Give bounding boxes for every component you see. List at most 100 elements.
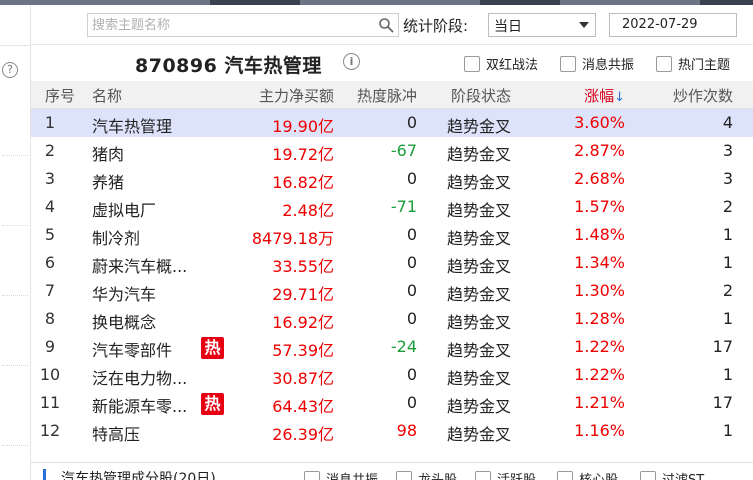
cell-idx: 11: [39, 393, 61, 412]
cell-fund: 26.39亿: [272, 425, 334, 444]
checkbox-box[interactable]: [464, 55, 480, 72]
checkbox-remen[interactable]: 热门主题: [656, 54, 730, 73]
col-header-fund[interactable]: 主力净买额: [259, 85, 334, 106]
search-icon[interactable]: [378, 17, 394, 33]
cell-cnt: 1: [722, 421, 733, 440]
cell-cnt: 4: [722, 113, 733, 132]
cell-pulse: 0: [406, 393, 417, 412]
chevron-down-icon: [579, 22, 589, 28]
cell-pulse: 0: [406, 281, 417, 300]
col-header-cnt[interactable]: 炒作次数: [673, 85, 733, 106]
checkbox-box[interactable]: [304, 470, 320, 480]
cell-chg: 1.28%: [574, 309, 625, 328]
col-header-name[interactable]: 名称: [92, 85, 122, 106]
checkbox-shuanghong[interactable]: 双红战法: [464, 54, 538, 73]
checkbox-label: 消息共振: [582, 58, 635, 73]
bottom-checkbox-hexin[interactable]: 核心股: [557, 469, 618, 480]
col-header-idx[interactable]: 序号: [45, 85, 75, 106]
search-input[interactable]: [88, 14, 368, 37]
cell-chg: 1.48%: [574, 225, 625, 244]
cell-chg: 1.22%: [574, 337, 625, 356]
bottom-checkbox-st[interactable]: 过滤ST: [640, 469, 704, 480]
cell-stage: 趋势金叉: [447, 145, 512, 164]
cell-name: 特高压: [92, 425, 141, 444]
checkbox-xiaoxi[interactable]: 消息共振: [560, 54, 634, 73]
checkbox-box[interactable]: [396, 470, 412, 480]
col-header-chg[interactable]: 涨幅↓: [584, 85, 625, 106]
table-row[interactable]: 7 华为汽车 29.71亿 0 趋势金叉 1.30% 2: [31, 277, 753, 305]
checkbox-box[interactable]: [557, 470, 573, 480]
cell-chg: 3.60%: [574, 113, 625, 132]
stage-select[interactable]: 当日: [488, 13, 596, 37]
toolbar: 统计阶段: 当日 2022-07-29: [31, 5, 753, 45]
cell-pulse: 0: [406, 309, 417, 328]
checkbox-box[interactable]: [475, 470, 491, 480]
cell-cnt: 1: [722, 365, 733, 384]
constituents-label: 汽车热管理成分股(20日): [61, 471, 216, 480]
table-row[interactable]: 9 汽车零部件 热 57.39亿 -24 趋势金叉 1.22% 17: [31, 333, 753, 361]
checkbox-label: 龙头股: [418, 469, 457, 480]
checkbox-box[interactable]: [560, 55, 576, 72]
cell-fund: 2.48亿: [282, 201, 334, 220]
cell-pulse: 0: [406, 169, 417, 188]
checkbox-label: 消息共振: [326, 469, 378, 480]
table-row[interactable]: 3 养猪 16.82亿 0 趋势金叉 2.68% 3: [31, 165, 753, 193]
cell-cnt: 2: [722, 281, 733, 300]
cell-chg: 1.16%: [574, 421, 625, 440]
cell-idx: 6: [44, 253, 56, 272]
search-box[interactable]: [87, 13, 399, 37]
table-row[interactable]: 10 泛在电力物... 30.87亿 0 趋势金叉 1.22% 1: [31, 361, 753, 389]
info-icon[interactable]: i: [343, 53, 360, 70]
cell-fund: 64.43亿: [272, 397, 334, 416]
col-header-pulse[interactable]: 热度脉冲: [357, 85, 417, 106]
left-side-panel: ?: [0, 5, 31, 480]
checkbox-box[interactable]: [640, 470, 656, 480]
table-row[interactable]: 6 蔚来汽车概... 33.55亿 0 趋势金叉 1.34% 1: [31, 249, 753, 277]
cell-name: 蔚来汽车概...: [92, 257, 188, 276]
cell-chg: 1.30%: [574, 281, 625, 300]
cell-pulse: -67: [390, 141, 417, 160]
table-row[interactable]: 12 特高压 26.39亿 98 趋势金叉 1.16% 1: [31, 417, 753, 445]
table-row[interactable]: 8 换电概念 16.92亿 0 趋势金叉 1.28% 1: [31, 305, 753, 333]
stage-label: 统计阶段:: [403, 17, 469, 35]
table-header: 序号 名称 主力净买额 热度脉冲 阶段状态 涨幅↓ 炒作次数: [31, 81, 753, 109]
hot-badge: 热: [201, 393, 224, 415]
cell-pulse: -71: [390, 197, 417, 216]
cell-cnt: 17: [712, 337, 733, 356]
cell-fund: 29.71亿: [272, 285, 334, 304]
bottom-checkbox-huoyue[interactable]: 活跃股: [475, 469, 536, 480]
table-row[interactable]: 4 虚拟电厂 2.48亿 -71 趋势金叉 1.57% 2: [31, 193, 753, 221]
cell-pulse: 0: [406, 365, 417, 384]
cell-name: 汽车热管理: [92, 117, 173, 136]
bottom-checkbox-longtou[interactable]: 龙头股: [396, 469, 457, 480]
hot-badge: 热: [201, 337, 224, 359]
checkbox-box[interactable]: [656, 55, 672, 72]
cell-stage: 趋势金叉: [447, 117, 512, 136]
col-header-chg-label: 涨幅: [584, 87, 615, 105]
col-header-stage[interactable]: 阶段状态: [451, 85, 511, 106]
checkbox-label: 双红战法: [486, 58, 539, 73]
bottom-checkbox-xiaoxi[interactable]: 消息共振: [304, 469, 378, 480]
cell-pulse: 0: [406, 225, 417, 244]
cell-name: 虚拟电厂: [92, 201, 157, 220]
cell-idx: 5: [44, 225, 56, 244]
date-value: 2022-07-29: [622, 17, 698, 32]
cell-stage: 趋势金叉: [447, 397, 512, 416]
cell-pulse: 98: [396, 421, 417, 440]
sort-arrow-icon: ↓: [614, 90, 625, 105]
page-title: 870896 汽车热管理: [135, 55, 322, 77]
cell-pulse: -24: [390, 337, 417, 356]
cell-idx: 12: [39, 421, 61, 440]
table-row[interactable]: 2 猪肉 19.72亿 -67 趋势金叉 2.87% 3: [31, 137, 753, 165]
table-row[interactable]: 11 新能源车零... 热 64.43亿 0 趋势金叉 1.21% 17: [31, 389, 753, 417]
date-picker[interactable]: 2022-07-29: [609, 13, 737, 37]
table-row[interactable]: 5 制冷剂 8479.18万 0 趋势金叉 1.48% 1: [31, 221, 753, 249]
cell-chg: 1.34%: [574, 253, 625, 272]
table-row[interactable]: 1 汽车热管理 19.90亿 0 趋势金叉 3.60% 4: [31, 109, 753, 137]
help-icon[interactable]: ?: [2, 62, 18, 78]
cell-stage: 趋势金叉: [447, 229, 512, 248]
cell-cnt: 17: [712, 393, 733, 412]
bottom-panel-header: 汽车热管理成分股(20日) 消息共振 龙头股 活跃股 核心股 过滤ST: [31, 462, 753, 480]
cell-idx: 1: [44, 113, 56, 132]
cell-fund: 30.87亿: [272, 369, 334, 388]
